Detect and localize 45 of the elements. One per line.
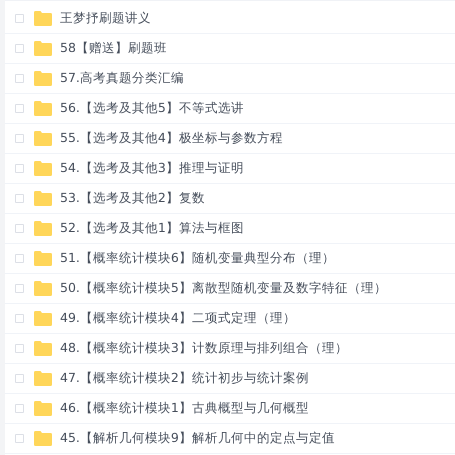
checkbox[interactable]	[15, 224, 24, 233]
folder-icon	[34, 41, 52, 56]
checkbox[interactable]	[15, 344, 24, 353]
folder-icon	[34, 221, 52, 236]
checkbox[interactable]	[15, 134, 24, 143]
folder-name[interactable]: 58【赠送】刷题班	[60, 40, 167, 57]
folder-name[interactable]: 57.高考真题分类汇编	[60, 70, 184, 87]
checkbox[interactable]	[15, 254, 24, 263]
folder-icon	[34, 251, 52, 266]
checkbox[interactable]	[15, 164, 24, 173]
folder-icon	[34, 71, 52, 86]
folder-icon	[34, 191, 52, 206]
checkbox[interactable]	[15, 374, 24, 383]
folder-name[interactable]: 54.【选考及其他3】推理与证明	[60, 160, 244, 177]
folder-name[interactable]: 56.【选考及其他5】不等式选讲	[60, 100, 244, 117]
folder-icon	[34, 401, 52, 416]
checkbox[interactable]	[15, 104, 24, 113]
checkbox[interactable]	[15, 314, 24, 323]
folder-name[interactable]: 53.【选考及其他2】复数	[60, 190, 205, 207]
checkbox[interactable]	[15, 434, 24, 443]
checkbox[interactable]	[15, 74, 24, 83]
folder-name[interactable]: 49.【概率统计模块4】二项式定理（理）	[60, 310, 296, 327]
folder-icon	[34, 101, 52, 116]
folder-name[interactable]: 48.【概率统计模块3】计数原理与排列组合（理）	[60, 340, 348, 357]
folder-icon	[34, 311, 52, 326]
folder-name[interactable]: 王梦抒刷题讲义	[60, 10, 151, 27]
checkbox[interactable]	[15, 404, 24, 413]
folder-icon	[34, 131, 52, 146]
folder-icon	[34, 281, 52, 296]
folder-icon	[34, 371, 52, 386]
folder-name[interactable]: 46.【概率统计模块1】古典概型与几何概型	[60, 400, 309, 417]
folder-name[interactable]: 52.【选考及其他1】算法与框图	[60, 220, 244, 237]
checkbox[interactable]	[15, 284, 24, 293]
folder-name[interactable]: 50.【概率统计模块5】离散型随机变量及数字特征（理）	[60, 280, 387, 297]
folder-icon	[34, 341, 52, 356]
folder-name[interactable]: 51.【概率统计模块6】随机变量典型分布（理）	[60, 250, 335, 267]
folder-icon	[34, 11, 52, 26]
folder-icon	[34, 431, 52, 446]
checkbox[interactable]	[15, 44, 24, 53]
checkbox[interactable]	[15, 194, 24, 203]
checkbox[interactable]	[15, 14, 24, 23]
folder-icon	[34, 161, 52, 176]
folder-name[interactable]: 45.【解析几何模块9】解析几何中的定点与定值	[60, 430, 335, 447]
folder-name[interactable]: 55.【选考及其他4】极坐标与参数方程	[60, 130, 283, 147]
folder-name[interactable]: 47.【概率统计模块2】统计初步与统计案例	[60, 370, 309, 387]
